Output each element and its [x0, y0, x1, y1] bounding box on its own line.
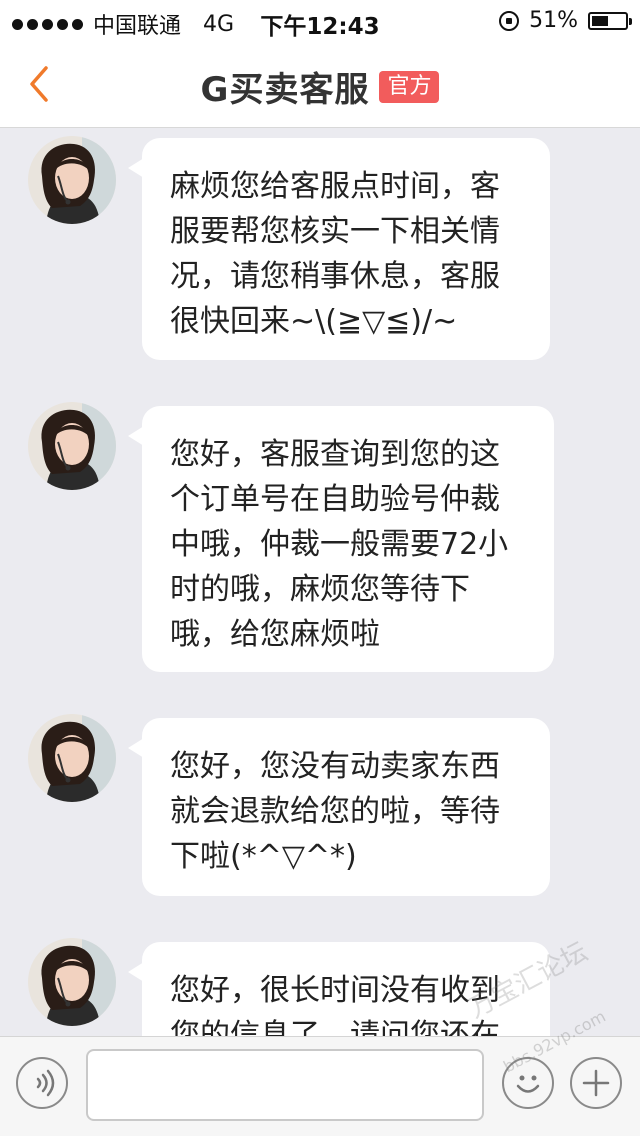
chat-message-list[interactable]: 麻烦您给客服点时间，客 服要帮您核实一下相关情 况，请您稍事休息，客服 很快回来… [0, 128, 640, 1036]
agent-avatar[interactable] [28, 714, 116, 802]
message-line: 您好，您没有动卖家东西 [170, 749, 500, 784]
message-line: 时的哦，麻烦您等待下 [170, 572, 470, 607]
official-badge: 官方 [379, 70, 440, 103]
agent-avatar-image [28, 714, 116, 802]
message-line: 下啦(*^▽^*) [170, 839, 357, 874]
page-header: G买卖客服 官方 [0, 62, 640, 111]
message-line: 您好，客服查询到您的这 [170, 437, 500, 472]
battery-percent: 51% [529, 8, 578, 33]
message-line: 服要帮您核实一下相关情 [170, 214, 500, 249]
message-bubble[interactable]: 麻烦您给客服点时间，客 服要帮您核实一下相关情 况，请您稍事休息，客服 很快回来… [128, 138, 550, 360]
message-line: 您的信息了，请问您还在 [170, 1018, 500, 1036]
plus-icon [582, 1069, 610, 1097]
message-line: 就会退款给您的啦，等待 [170, 794, 500, 829]
message-line: 哦，给您麻烦啦 [170, 617, 380, 652]
emoji-icon [516, 1075, 540, 1093]
agent-avatar-image [28, 402, 116, 490]
battery-fill [592, 15, 608, 26]
rotation-lock-icon [499, 10, 520, 31]
emoji-button[interactable] [502, 1057, 554, 1109]
message-input-bar [0, 1036, 640, 1136]
agent-avatar[interactable] [28, 402, 116, 490]
agent-avatar-image [28, 938, 116, 1026]
message-line: 很快回来~\(≧▽≦)/~ [170, 304, 458, 339]
page-title: G买卖客服 [200, 70, 370, 110]
more-options-button[interactable] [570, 1057, 622, 1109]
voice-button[interactable] [16, 1057, 68, 1109]
message-bubble[interactable]: 您好，您没有动卖家东西 就会退款给您的啦，等待 下啦(*^▽^*) [128, 718, 550, 896]
message-line: 中哦，仲裁一般需要72小 [170, 527, 509, 562]
message-line: 个订单号在自助验号仲裁 [170, 482, 500, 517]
message-line: 况，请您稍事休息，客服 [170, 259, 500, 294]
agent-avatar[interactable] [28, 136, 116, 224]
message-text-input[interactable] [86, 1049, 484, 1121]
voice-icon [36, 1069, 55, 1097]
battery-icon [588, 11, 632, 30]
status-bar-right: 51% [499, 8, 632, 33]
message-bubble[interactable]: 您好，客服查询到您的这 个订单号在自助验号仲裁 中哦，仲裁一般需要72小 时的哦… [128, 406, 554, 672]
agent-avatar[interactable] [28, 938, 116, 1026]
message-line: 麻烦您给客服点时间，客 [170, 169, 500, 204]
agent-avatar-image [28, 136, 116, 224]
navigation-bar: G买卖客服 官方 [0, 40, 640, 128]
status-bar: 中国联通 4G 下午12:43 51% [0, 0, 640, 40]
message-line: 您好，很长时间没有收到 [170, 973, 500, 1008]
message-bubble[interactable]: 您好，很长时间没有收到 您的信息了，请问您还在 [128, 942, 550, 1036]
